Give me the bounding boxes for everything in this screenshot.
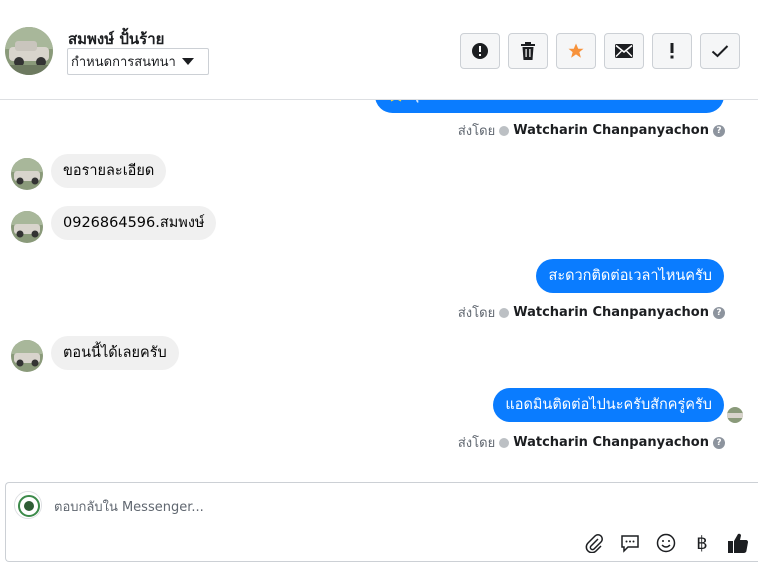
conversation-header: สมพงษ์ ปั้นร้าย กำหนดการสนทนา [0,0,758,100]
page-badge-icon [499,437,510,448]
delete-button[interactable] [508,33,548,69]
agent-name[interactable]: Watcharin Chanpanyachon [513,305,709,320]
assign-conversation-dropdown[interactable]: กำหนดการสนทนา [67,48,209,75]
sent-by-label: ส่งโดย [457,436,496,451]
reply-input[interactable] [54,497,574,517]
agent-name[interactable]: Watcharin Chanpanyachon [513,123,709,138]
seen-avatar [727,407,743,423]
saved-replies-button[interactable] [618,531,642,555]
contact-avatar-small[interactable] [11,340,43,372]
trash-icon [521,42,535,60]
contact-avatar-small[interactable] [11,211,43,243]
sent-by-label: ส่งโดย [457,306,496,321]
agent-name[interactable]: Watcharin Chanpanyachon [513,435,709,450]
sent-by-line: ส่งโดย Watcharin Chanpanyachon ? [458,432,725,453]
mark-unread-button[interactable] [604,33,644,69]
page-badge-icon [499,307,510,318]
help-icon[interactable]: ? [713,436,725,449]
message-bubble-outgoing[interactable]: ⭐ คุณต้องการสอบถามเกี่ยวกับรายละเอียดใช่… [375,100,724,113]
payment-button[interactable]: ฿ [690,531,714,555]
envelope-icon [615,44,633,58]
composer-tools: ฿ [582,531,750,555]
help-icon[interactable]: ? [713,124,725,137]
sent-by-label: ส่งโดย [457,124,496,139]
message-bubble-incoming[interactable]: ตอนนี้ได้เลยครับ [51,336,179,370]
alert-circle-icon [472,43,488,59]
chat-bubble-icon [621,535,639,553]
page-badge-icon [499,125,510,136]
sent-by-line: ส่งโดย Watcharin Chanpanyachon ? [458,302,725,323]
check-icon [711,45,729,58]
follow-up-button[interactable] [652,33,692,69]
like-button[interactable] [726,531,750,555]
report-button[interactable] [460,33,500,69]
sent-by-line: ส่งโดย Watcharin Chanpanyachon ? [458,120,725,141]
message-bubble-outgoing[interactable]: สะดวกติดต่อเวลาไหนครับ [536,259,724,293]
help-icon[interactable]: ? [713,306,725,319]
attach-button[interactable] [582,531,606,555]
page-avatar [14,491,42,519]
star-button[interactable] [556,33,596,69]
star-icon [568,43,584,58]
emoji-button[interactable] [654,531,678,555]
message-bubble-incoming[interactable]: ขอรายละเอียด [51,154,167,188]
conversation-actions [460,33,740,69]
message-bubble-incoming[interactable]: 0926864596.สมพงษ์ [51,206,217,240]
mark-done-button[interactable] [700,33,740,69]
reply-composer: ฿ [5,482,758,562]
emoji-icon [656,533,676,553]
message-bubble-outgoing[interactable]: แอดมินติดต่อไปนะครับสักครู่ครับ [493,388,724,422]
message-thread[interactable]: ⭐ คุณต้องการสอบถามเกี่ยวกับรายละเอียดใช่… [0,100,758,480]
thumbs-up-icon [728,533,749,553]
caret-down-icon [181,58,194,65]
contact-avatar-small[interactable] [11,158,43,190]
paperclip-icon [585,534,603,553]
contact-avatar[interactable] [5,27,53,75]
baht-icon: ฿ [696,532,708,554]
exclamation-icon [670,43,674,59]
assign-conversation-label: กำหนดการสนทนา [71,55,176,70]
